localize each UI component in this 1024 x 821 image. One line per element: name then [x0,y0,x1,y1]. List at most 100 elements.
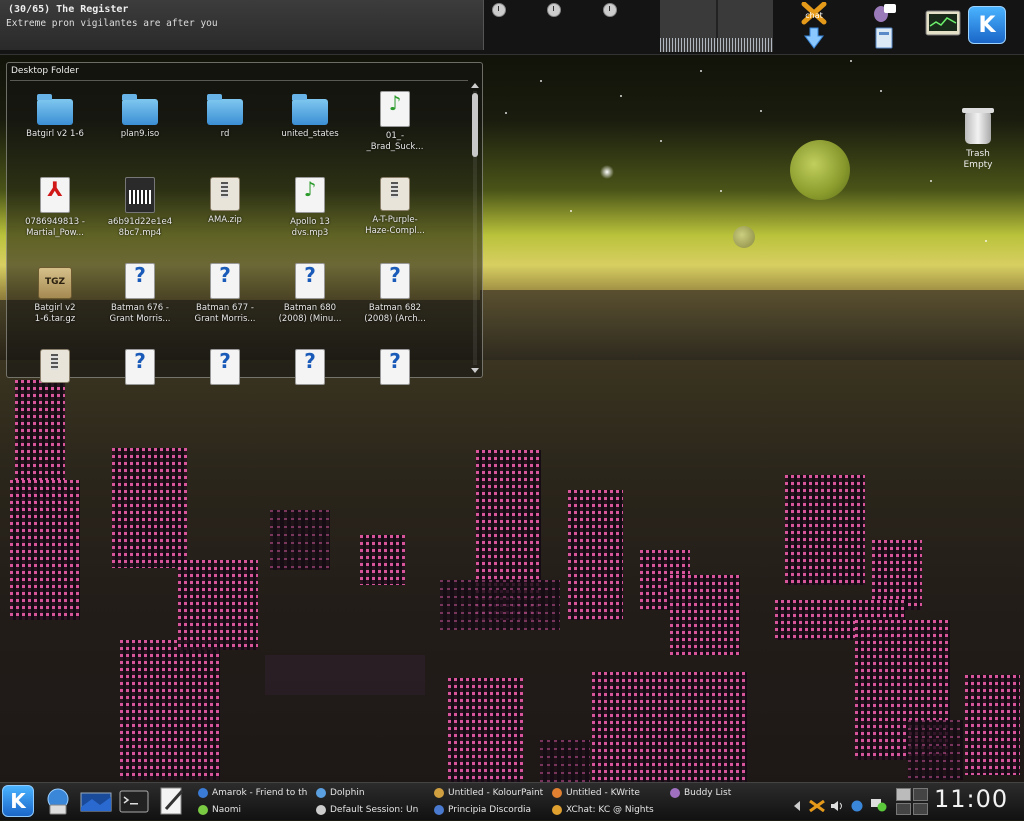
file-item[interactable]: ? [268,349,352,389]
file-icon-glyph: ? [219,349,231,373]
taskbar-task[interactable]: Default Session: Un [316,802,428,818]
taskbar-task[interactable]: Dolphin [316,785,428,801]
taskbar-task[interactable]: Untitled - KolourPaint [434,785,546,801]
file-item[interactable]: ? Batman 682 (2008) (Arch... [353,263,437,325]
tgz-archive-icon: TGZ [38,267,72,299]
chat-tray-icon[interactable] [808,797,826,813]
file-name-continued: Grant Morris... [109,314,171,324]
task-label: Principia Discordia [448,805,532,815]
app-icon [198,805,208,815]
desktop-1[interactable] [896,788,911,801]
taskbar-task[interactable]: XChat: KC @ Nights [552,802,664,818]
file-name-continued: dvs.mp3 [291,228,329,238]
file-name: Batman 676 - [111,303,169,313]
file-item[interactable]: ? [353,349,437,389]
task-label: Dolphin [330,788,365,798]
file-item[interactable]: ⅄ 0786949813 - Martial_Pow... [13,177,97,239]
monitor-applet-icon[interactable] [925,10,961,40]
file-icon-glyph: ? [134,263,146,287]
desktop-2[interactable] [913,788,928,801]
news-feed-title[interactable]: (30/65) The Register [8,4,128,15]
terminal-icon[interactable] [118,785,150,817]
update-icon[interactable] [850,797,864,812]
bright-star [600,165,614,179]
scrollbar[interactable] [470,81,480,375]
folder-icon [292,94,328,125]
world-clock-icon[interactable] [603,3,617,17]
file-icon-glyph: ⅄ [47,177,63,201]
system-monitor-graph[interactable] [660,0,773,52]
file-item[interactable]: ? [183,349,267,389]
news-headline[interactable]: Extreme pron vigilantes are after you [6,18,218,29]
desktop-3[interactable] [896,802,911,815]
desktop-4[interactable] [913,802,928,815]
file-item[interactable]: ? Batman 676 - Grant Morris... [98,263,182,325]
news-ticker[interactable]: (30/65) The Register Extreme pron vigila… [0,0,484,50]
file-name: Apollo 13 [290,217,330,227]
trash-status: Empty [963,160,993,170]
file-icon-glyph: ? [134,349,146,373]
file-name-continued: (2008) (Arch... [364,314,426,324]
file-name: plan9.iso [120,129,160,139]
world-clock-icon[interactable] [547,3,561,17]
scroll-up-arrow-icon[interactable] [471,83,479,88]
kde-menu-button[interactable]: K [2,785,34,817]
taskbar-task[interactable]: Untitled - KWrite [552,785,664,801]
unknown-file-icon: ? [295,349,325,385]
panel-clock[interactable]: 11:00 [934,785,1008,813]
archive-file-icon [40,349,70,383]
scroll-down-arrow-icon[interactable] [471,368,479,373]
task-label: Amarok - Friend to th [212,788,308,798]
text-editor-icon[interactable] [156,785,188,817]
desktop-preview-icon[interactable] [80,785,112,817]
arrow-left-icon[interactable] [792,797,804,811]
network-status-icon[interactable] [870,797,888,812]
file-item[interactable]: rd [183,91,267,140]
pidgin-icon[interactable] [870,2,898,50]
file-name-continued: 8bc7.mp4 [118,228,162,238]
file-item[interactable]: AMA.zip [183,177,267,226]
app-icon [434,788,444,798]
file-item[interactable]: a6b91d22e1e4 8bc7.mp4 [98,177,182,239]
file-icon-glyph: ? [389,349,401,373]
file-name-continued: Grant Morris... [194,314,256,324]
volume-icon[interactable] [830,797,846,811]
file-item[interactable]: plan9.iso [98,91,182,140]
file-item[interactable]: Batgirl v2 1-6 [13,91,97,140]
file-name: 0786949813 - [25,217,85,227]
unknown-file-icon: ? [125,349,155,385]
file-item[interactable]: ? [98,349,182,389]
file-item[interactable]: TGZ Batgirl v2 1-6.tar.gz [13,263,97,325]
file-item[interactable]: ♪ Apollo 13 dvs.mp3 [268,177,352,239]
taskbar-task[interactable]: Amarok - Friend to th [198,785,310,801]
file-icon-glyph: ♪ [303,177,317,201]
chat-notification-icon[interactable]: chat [800,1,828,50]
network-icon[interactable] [42,785,74,817]
virtual-desktop-pager[interactable] [896,788,928,815]
bottom-panel: K Amarok - Friend to th Dolphin Untitled -… [0,782,1024,820]
taskbar-task[interactable]: Buddy List [670,785,780,801]
trash-label: Trash [966,149,990,159]
scroll-thumb[interactable] [472,93,478,157]
taskbar-task[interactable]: Principia Discordia [434,802,546,818]
file-name: A-T-Purple- [372,215,418,225]
file-item[interactable]: ♪ 01_- _Brad_Suck... [353,91,437,153]
video-file-icon [125,177,155,213]
file-item[interactable]: united_states [268,91,352,140]
file-item[interactable] [13,349,97,387]
desktop-folder-view[interactable]: Desktop Folder Batgirl v2 1-6 plan9.iso rd… [6,62,483,385]
file-name-continued: (2008) (Minu... [278,314,342,324]
world-clock-icon[interactable] [492,3,506,17]
file-name-continued: _Brad_Suck... [366,142,424,152]
file-item[interactable]: ? Batman 680 (2008) (Minu... [268,263,352,325]
app-icon [552,805,562,815]
unknown-file-icon: ? [210,263,240,299]
file-item[interactable]: ? Batman 677 - Grant Morris... [183,263,267,325]
folder-icon [37,94,73,125]
trash-desktop-icon[interactable]: Trash Empty [953,108,1003,171]
taskbar-task[interactable]: Naomi [198,802,310,818]
task-label: Untitled - KWrite [566,788,640,798]
file-icon-glyph: ? [389,263,401,287]
file-item[interactable]: A-T-Purple- Haze-Compl... [353,177,437,237]
kde-logo-icon[interactable]: K [968,6,1006,44]
